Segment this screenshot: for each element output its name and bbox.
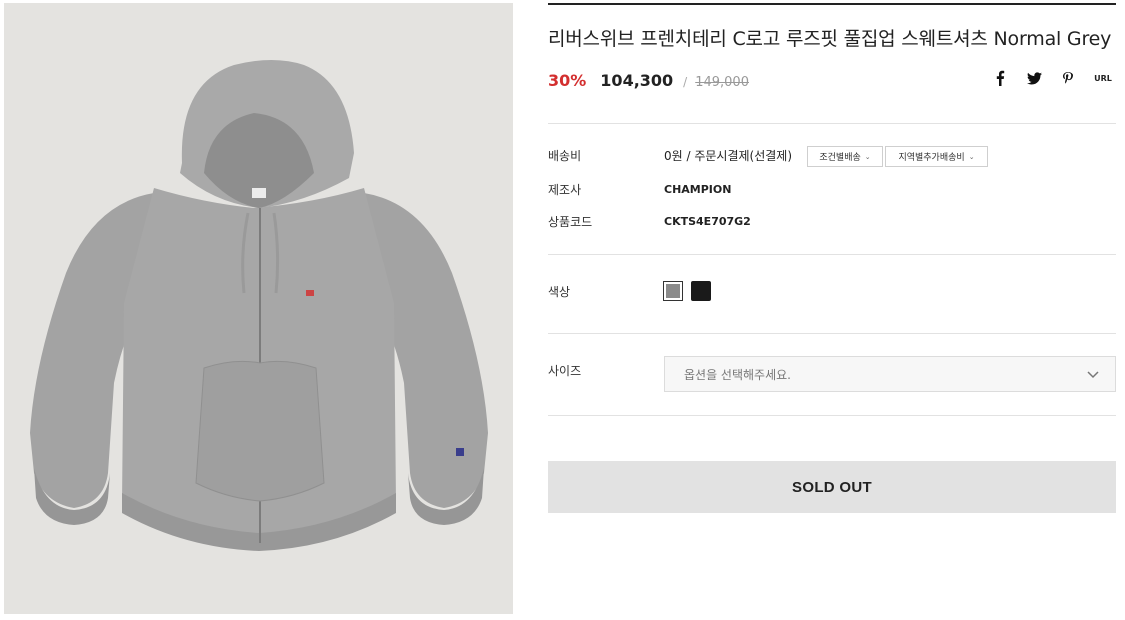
maker-label: 제조사 — [548, 183, 582, 197]
sale-price: 104,300 — [600, 71, 674, 90]
facebook-share-button[interactable] — [990, 68, 1010, 88]
discount-rate: 30% — [548, 71, 587, 90]
pinterest-icon — [1063, 71, 1073, 84]
divider — [548, 333, 1116, 334]
product-code-value: CKTS4E707G2 — [664, 215, 751, 228]
sold-out-button[interactable]: SOLD OUT — [548, 461, 1116, 513]
color-swatch-grey[interactable] — [663, 281, 683, 301]
regional-shipping-label: 지역별추가배송비 — [898, 153, 965, 163]
product-image — [4, 3, 513, 614]
twitter-share-button[interactable] — [1024, 68, 1044, 88]
conditional-shipping-label: 조건별배송 — [819, 153, 861, 163]
color-label: 색상 — [548, 285, 571, 299]
swatch-fill — [666, 284, 680, 298]
conditional-shipping-button[interactable]: 조건별배송 ⌄ — [807, 146, 883, 167]
divider — [548, 254, 1116, 255]
copy-url-button[interactable]: URL — [1090, 68, 1116, 88]
color-swatch-black[interactable] — [691, 281, 711, 301]
url-label: URL — [1094, 73, 1112, 83]
divider — [548, 415, 1116, 416]
shipping-label: 배송비 — [548, 149, 582, 163]
chevron-down-icon — [1087, 371, 1099, 379]
price-separator: / — [683, 75, 688, 89]
product-title: 리버스위브 프렌치테리 C로고 루즈핏 풀집업 스웨트셔츠 Normal Gre… — [548, 28, 1112, 50]
facebook-icon — [996, 70, 1005, 86]
chevron-down-icon: ⌄ — [864, 152, 871, 161]
original-price: 149,000 — [695, 75, 749, 90]
size-placeholder: 옵션을 선택해주세요. — [684, 367, 791, 382]
product-code-label: 상품코드 — [548, 215, 593, 229]
pinterest-share-button[interactable] — [1058, 68, 1078, 88]
size-label: 사이즈 — [548, 364, 582, 378]
maker-value: CHAMPION — [664, 183, 732, 196]
sold-out-label: SOLD OUT — [792, 478, 872, 496]
regional-shipping-button[interactable]: 지역별추가배송비 ⌄ — [885, 146, 988, 167]
top-divider — [548, 3, 1116, 5]
hoodie-illustration — [30, 60, 488, 551]
price-row: 30% 104,300 / 149,000 — [548, 71, 749, 95]
chevron-down-icon: ⌄ — [968, 152, 975, 161]
shipping-value: 0원 / 주문시결제(선결제) — [664, 149, 793, 163]
twitter-icon — [1026, 71, 1042, 84]
divider — [548, 123, 1116, 124]
size-select[interactable]: 옵션을 선택해주세요. — [664, 356, 1116, 392]
